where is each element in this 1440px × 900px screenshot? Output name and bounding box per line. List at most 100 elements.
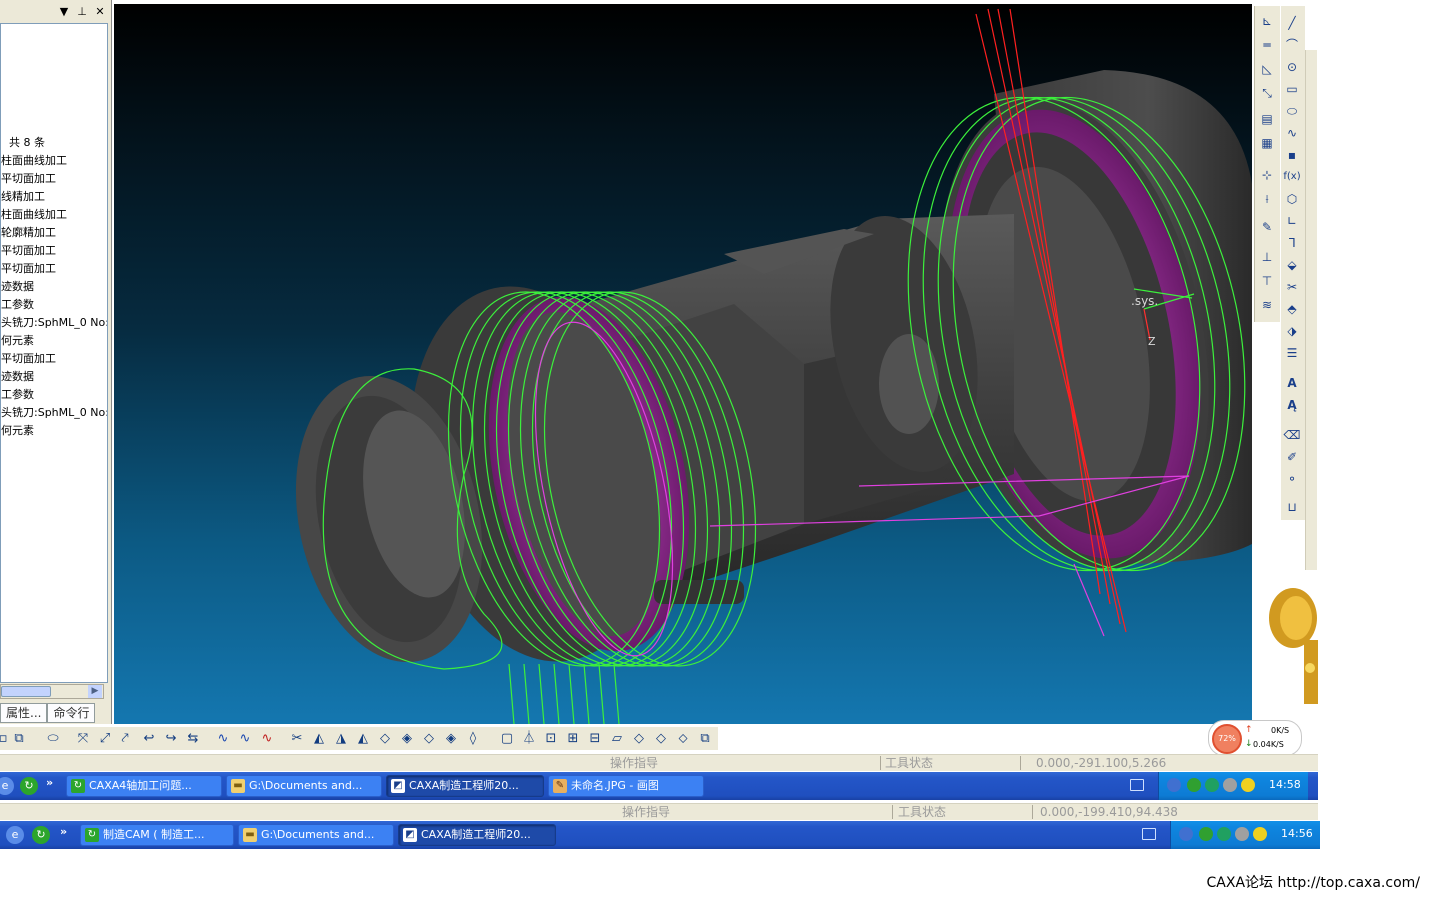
view-1-icon[interactable]: ▢ (498, 730, 516, 748)
tile-icon[interactable]: ⧉ (10, 730, 28, 748)
taskbar-button[interactable]: ✎ 未命名.JPG - 画图 (548, 775, 704, 797)
umbrella-tray-icon[interactable] (1199, 827, 1213, 841)
tree-item[interactable]: 平切面加工 (1, 242, 107, 260)
view-9-icon[interactable]: ⬦ (674, 730, 692, 748)
view-8-icon[interactable]: ◇ (652, 730, 670, 748)
quicklaunch-more-icon[interactable]: » (46, 776, 53, 789)
curve-edit-3-icon[interactable]: ⤤ (116, 730, 134, 748)
table-icon[interactable]: ▦ (1258, 134, 1276, 152)
network-speed-widget[interactable]: 72% ↑ ↓ 0K/S 0.04K/S (1208, 720, 1302, 756)
panel-pin-icon[interactable]: ⊥ (76, 5, 88, 18)
taskbar-button-active[interactable]: ◩ CAXA制造工程师20... (386, 775, 544, 797)
view-5-icon[interactable]: ⊟ (586, 730, 604, 748)
tree-item[interactable]: 平切面加工 (1, 170, 107, 188)
text-style-icon[interactable]: Ą (1283, 396, 1301, 414)
tool-7-icon[interactable]: ◈ (442, 730, 460, 748)
audio-tray-icon[interactable] (1235, 827, 1249, 841)
angle-icon[interactable]: ◺ (1258, 60, 1276, 78)
curve-edit-5-icon[interactable]: ↪ (162, 730, 180, 748)
eraser-icon[interactable]: ⬭ (44, 730, 62, 748)
network-tray-icon[interactable] (1167, 778, 1181, 792)
rectangle-icon[interactable]: ▭ (1283, 80, 1301, 98)
shield-tray-icon[interactable] (1205, 778, 1219, 792)
tree-item[interactable]: 迹数据 (1, 368, 107, 386)
tree-item[interactable]: 工参数 (1, 386, 107, 404)
tool-8-icon[interactable]: ◊ (464, 730, 482, 748)
tool-1-icon[interactable]: ◭ (310, 730, 328, 748)
tool-4-icon[interactable]: ◇ (376, 730, 394, 748)
point-icon[interactable]: ▪ (1283, 146, 1301, 164)
tool-6-icon[interactable]: ◇ (420, 730, 438, 748)
tab-properties[interactable]: 属性... (0, 703, 48, 723)
quicklaunch-ie-icon[interactable]: e (6, 826, 24, 844)
tool-2-icon[interactable]: ◮ (332, 730, 350, 748)
tool-3-icon[interactable]: ◭ (354, 730, 372, 748)
shield-tray-icon[interactable] (1217, 827, 1231, 841)
formula-curve-icon[interactable]: f(x) (1283, 168, 1301, 186)
view-3-icon[interactable]: ⊡ (542, 730, 560, 748)
tree-item[interactable]: 何元素 (1, 422, 107, 440)
align-icon[interactable]: ⊤ (1258, 272, 1276, 290)
taskbar-button[interactable]: ↻ CAXA4轴加工问题... (66, 775, 222, 797)
hatch-icon[interactable]: ⬙ (1283, 256, 1301, 274)
panel-menu-icon[interactable]: ▼ (58, 5, 70, 18)
circle-icon[interactable]: ⊙ (1283, 58, 1301, 76)
view-10-icon[interactable]: ⧉ (696, 730, 714, 748)
tree-horizontal-scrollbar[interactable]: ▶ (0, 684, 104, 699)
keyboard-icon[interactable] (1142, 828, 1156, 840)
scale-icon[interactable]: ⟊ (1258, 190, 1276, 208)
path-3-icon[interactable]: ∿ (258, 730, 276, 748)
taskbar-button[interactable]: ▬ G:\Documents and... (238, 824, 394, 846)
view-7-icon[interactable]: ◇ (630, 730, 648, 748)
taskbar-button[interactable]: ↻ 制造CAM ( 制造工... (80, 824, 234, 846)
curve-edit-1-icon[interactable]: ⤧ (74, 730, 92, 748)
coord-axis-icon[interactable]: ⊾ (1258, 12, 1276, 30)
network-tray-icon[interactable] (1179, 827, 1193, 841)
curve-edit-6-icon[interactable]: ⇆ (184, 730, 202, 748)
tree-item[interactable]: 迹数据 (1, 278, 107, 296)
tree-item[interactable]: 柱面曲线加工 (1, 206, 107, 224)
taskbar-button[interactable]: ▬ G:\Documents and... (226, 775, 382, 797)
3d-viewport[interactable]: .sys. Z (114, 4, 1252, 724)
curve-edit-4-icon[interactable]: ↩ (140, 730, 158, 748)
polygon-icon[interactable]: ⬡ (1283, 190, 1301, 208)
text-icon[interactable]: A (1283, 374, 1301, 392)
spline-icon[interactable]: ∿ (1283, 124, 1301, 142)
panel-close-icon[interactable]: ✕ (94, 5, 106, 18)
clock[interactable]: 14:56 (1281, 827, 1313, 840)
arc-icon[interactable]: ⌒ (1283, 36, 1301, 54)
quicklaunch-refresh-icon[interactable]: ↻ (20, 777, 38, 795)
tree-item[interactable]: 线精加工 (1, 188, 107, 206)
edit-icon[interactable]: ✎ (1258, 218, 1276, 236)
brush-icon[interactable]: ⚬ (1283, 470, 1301, 488)
mascot-widget[interactable] (1268, 588, 1318, 704)
path-1-icon[interactable]: ∿ (214, 730, 232, 748)
stack-icon[interactable]: ☰ (1283, 344, 1301, 362)
tool-5-icon[interactable]: ◈ (398, 730, 416, 748)
mirror-icon[interactable]: ⊥ (1258, 248, 1276, 266)
transform-icon[interactable]: ⤡ (1258, 84, 1276, 102)
tree-item[interactable]: 平切面加工 (1, 350, 107, 368)
draw-pen-icon[interactable]: ✐ (1283, 448, 1301, 466)
dock-icon[interactable]: ⊔ (1283, 498, 1301, 516)
offset-icon[interactable]: ᒣ (1283, 234, 1301, 252)
taskbar-button-active[interactable]: ◩ CAXA制造工程师20... (398, 824, 556, 846)
tree-item[interactable]: 共 8 条 (1, 134, 107, 152)
layer-icon[interactable]: ≋ (1258, 296, 1276, 314)
scroll-right-icon[interactable]: ▶ (88, 685, 102, 698)
update-tray-icon[interactable] (1241, 778, 1255, 792)
view-6-icon[interactable]: ▱ (608, 730, 626, 748)
audio-tray-icon[interactable] (1223, 778, 1237, 792)
clock[interactable]: 14:58 (1269, 778, 1301, 791)
line-icon[interactable]: ╱ (1283, 14, 1301, 32)
keyboard-icon[interactable] (1130, 779, 1144, 791)
quicklaunch-ie-icon[interactable]: e (0, 777, 14, 795)
quicklaunch-refresh-icon[interactable]: ↻ (32, 826, 50, 844)
umbrella-tray-icon[interactable] (1187, 778, 1201, 792)
cut-icon[interactable]: ✂ (288, 730, 306, 748)
tree-item[interactable]: 头铣刀:SphML_0 No: (1, 404, 107, 422)
tree-item[interactable]: 头铣刀:SphML_0 No: (1, 314, 107, 332)
view-2-icon[interactable]: ⏃ (520, 730, 538, 748)
erase-icon[interactable]: ⌫ (1283, 426, 1301, 444)
quicklaunch-more-icon[interactable]: » (60, 825, 67, 838)
